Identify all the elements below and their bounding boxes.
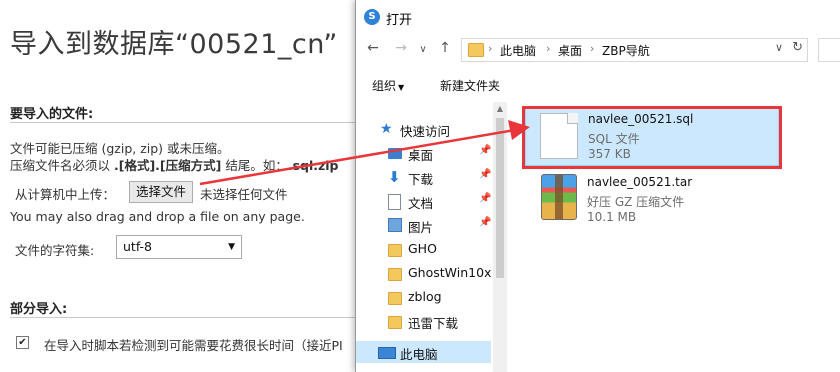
annotation-arrow-line — [199, 128, 516, 186]
annotation-arrow-head — [508, 120, 530, 140]
annotation-arrow — [199, 120, 530, 186]
